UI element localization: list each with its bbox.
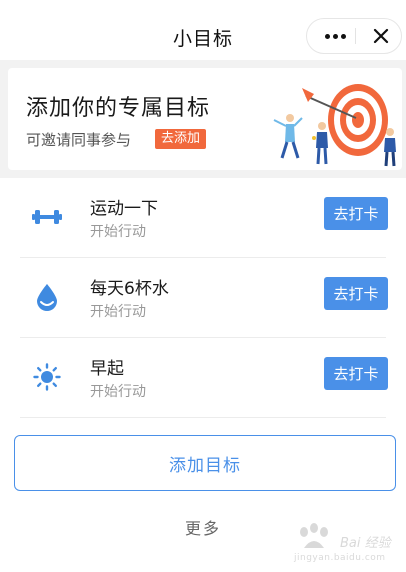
sun-icon <box>30 360 64 394</box>
close-icon[interactable] <box>363 19 399 53</box>
check-in-button[interactable]: 去打卡 <box>324 277 388 310</box>
capsule-menu <box>306 18 402 54</box>
go-add-tag[interactable]: 去添加 <box>155 129 207 149</box>
dumbbell-icon <box>30 200 64 234</box>
goal-name: 早起 <box>90 359 124 379</box>
capsule-divider <box>355 28 356 44</box>
goal-status: 开始行动 <box>90 224 146 240</box>
target-dart-illustration <box>273 84 396 167</box>
goal-name: 每天6杯水 <box>90 279 169 299</box>
paw-logo-icon <box>300 523 328 548</box>
banner-subtitle: 可邀请同事参与 <box>26 131 132 149</box>
goal-row[interactable]: 早起 开始行动 去打卡 <box>0 338 406 418</box>
goal-status: 开始行动 <box>90 304 146 320</box>
banner-title: 添加你的专属目标 <box>26 96 211 121</box>
goal-status: 开始行动 <box>90 384 146 400</box>
more-dots-icon[interactable] <box>317 19 353 53</box>
water-drop-icon <box>30 280 64 314</box>
add-goal-banner[interactable]: 添加你的专属目标 可邀请同事参与 去添加 <box>8 68 402 170</box>
baidu-watermark: Bai 经验 jingyan.baidu.com <box>292 522 402 568</box>
goal-name: 运动一下 <box>90 199 158 219</box>
watermark-url: jingyan.baidu.com <box>294 553 386 563</box>
row-divider <box>20 417 386 418</box>
goal-row[interactable]: 运动一下 开始行动 去打卡 <box>0 178 406 258</box>
add-goal-button[interactable]: 添加目标 <box>14 435 396 491</box>
goal-row[interactable]: 每天6杯水 开始行动 去打卡 <box>0 258 406 338</box>
watermark-text: Bai 经验 <box>340 536 391 551</box>
check-in-button[interactable]: 去打卡 <box>324 197 388 230</box>
check-in-button[interactable]: 去打卡 <box>324 357 388 390</box>
goal-list: 运动一下 开始行动 去打卡 每天6杯水 开始行动 去打卡 早起 开始行动 去打卡 <box>0 178 406 418</box>
